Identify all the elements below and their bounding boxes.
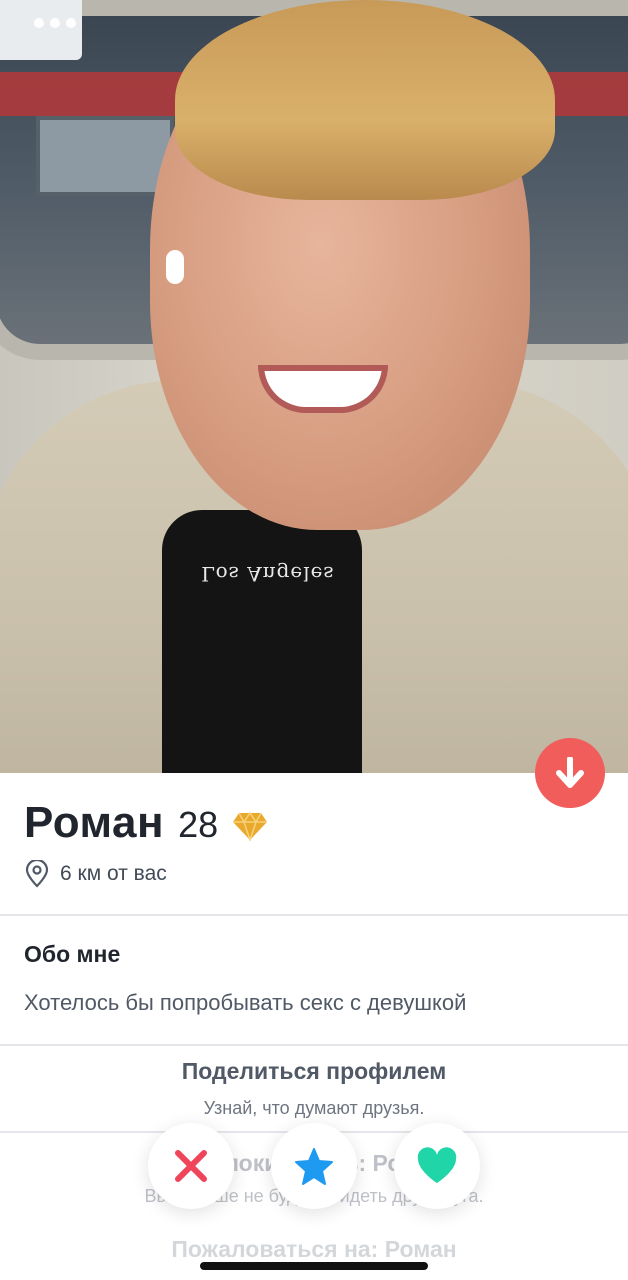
collapse-profile-button[interactable] xyxy=(535,738,605,808)
star-icon xyxy=(295,1148,333,1185)
photo-earbud xyxy=(166,250,184,284)
report-profile-button[interactable]: Пожаловаться на: Роман xyxy=(0,1236,628,1263)
nope-button[interactable] xyxy=(148,1123,234,1209)
shirt-print: Los Angeles xyxy=(201,562,335,586)
share-profile-button[interactable]: Поделиться профилем xyxy=(0,1058,628,1085)
home-indicator[interactable] xyxy=(200,1262,428,1270)
location-pin-icon xyxy=(25,860,49,888)
profile-age: 28 xyxy=(178,804,219,845)
page-dot xyxy=(34,18,44,28)
photo-hair xyxy=(175,0,555,200)
diamond-icon xyxy=(233,811,268,841)
profile-name: Роман xyxy=(24,798,165,847)
photo-page-indicator xyxy=(34,17,82,29)
photo-train-window xyxy=(36,116,174,196)
page-dot xyxy=(50,18,60,28)
heart-icon xyxy=(417,1147,457,1183)
photo-sign xyxy=(0,0,82,60)
page-dot xyxy=(66,18,76,28)
divider xyxy=(0,914,628,916)
superlike-button[interactable] xyxy=(271,1123,357,1209)
profile-photo[interactable]: Los Angeles xyxy=(0,0,628,773)
x-icon xyxy=(175,1150,207,1182)
divider xyxy=(0,1044,628,1046)
share-profile-subtitle: Узнай, что думают друзья. xyxy=(203,1098,425,1118)
distance-row: 6 км от вас xyxy=(24,860,167,888)
photo-shirt xyxy=(162,510,362,773)
about-text: Хотелось бы попробывать секс с девушкой xyxy=(24,990,467,1015)
like-button[interactable] xyxy=(394,1123,480,1209)
profile-header: Роман 28 xyxy=(24,798,268,848)
distance-text: 6 км от вас xyxy=(60,862,167,885)
arrow-down-icon xyxy=(556,757,584,788)
about-heading: Обо мне xyxy=(24,941,121,967)
